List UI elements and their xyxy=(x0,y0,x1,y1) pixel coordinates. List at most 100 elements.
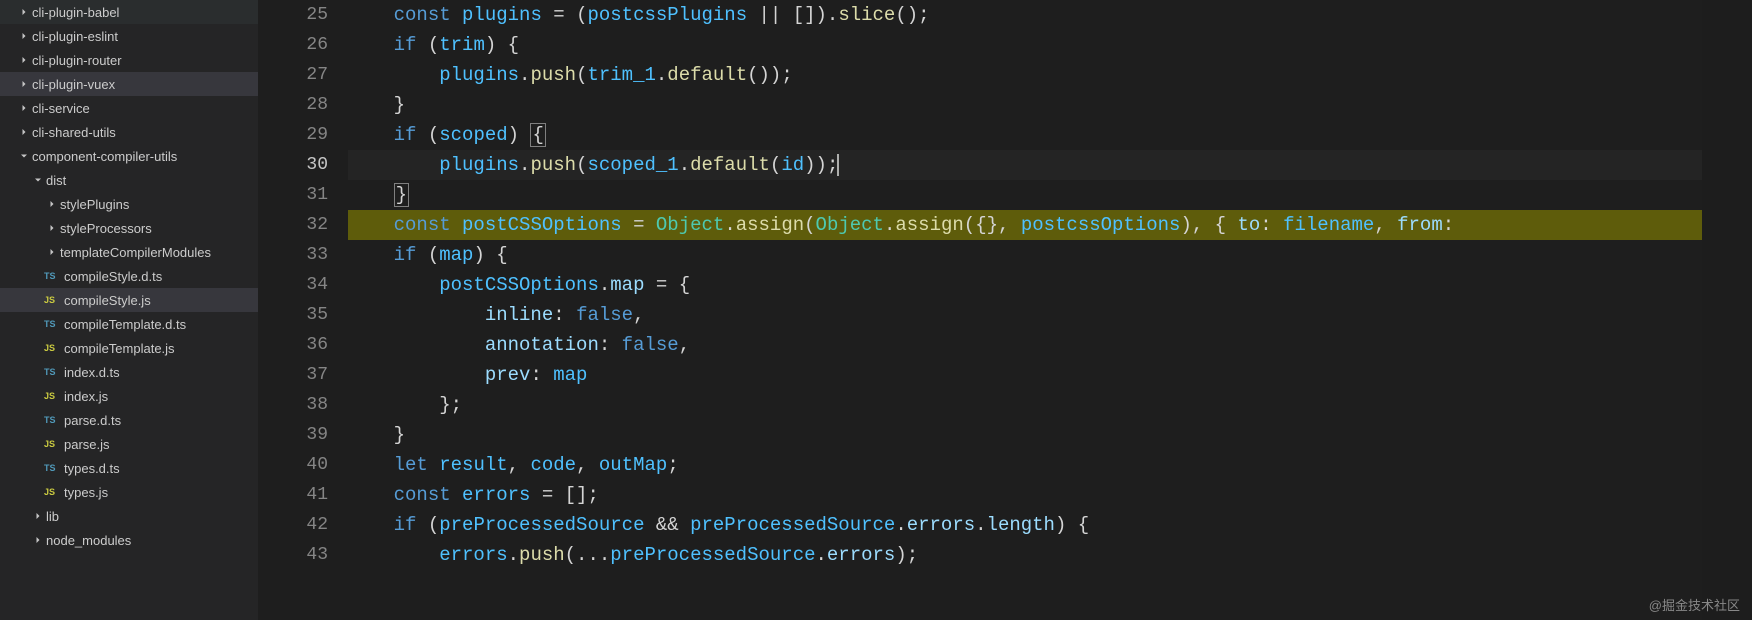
line-number: 36 xyxy=(258,330,328,360)
line-number: 25 xyxy=(258,0,328,30)
tree-item-label: node_modules xyxy=(46,533,131,548)
folder-item[interactable]: dist xyxy=(0,168,258,192)
chevron-right-icon xyxy=(44,244,60,260)
js-file-icon: JS xyxy=(44,388,64,404)
tree-item-label: dist xyxy=(46,173,66,188)
chevron-down-icon xyxy=(30,172,46,188)
code-line[interactable]: let result, code, outMap; xyxy=(348,450,1702,480)
js-file-icon: JS xyxy=(44,484,64,500)
tree-item-label: parse.d.ts xyxy=(64,413,121,428)
tree-item-label: templateCompilerModules xyxy=(60,245,211,260)
folder-item[interactable]: templateCompilerModules xyxy=(0,240,258,264)
folder-item[interactable]: styleProcessors xyxy=(0,216,258,240)
code-line[interactable]: }; xyxy=(348,390,1702,420)
line-number: 34 xyxy=(258,270,328,300)
line-number: 41 xyxy=(258,480,328,510)
file-item[interactable]: TStypes.d.ts xyxy=(0,456,258,480)
text-cursor xyxy=(837,154,839,176)
file-item[interactable]: JSindex.js xyxy=(0,384,258,408)
code-line[interactable]: prev: map xyxy=(348,360,1702,390)
folder-item[interactable]: cli-shared-utils xyxy=(0,120,258,144)
tree-item-label: cli-plugin-babel xyxy=(32,5,119,20)
code-line[interactable]: postCSSOptions.map = { xyxy=(348,270,1702,300)
code-line[interactable]: } xyxy=(348,420,1702,450)
watermark: @掘金技术社区 xyxy=(1649,595,1740,614)
folder-item[interactable]: cli-plugin-eslint xyxy=(0,24,258,48)
tree-item-label: compileStyle.js xyxy=(64,293,151,308)
js-file-icon: JS xyxy=(44,436,64,452)
code-content[interactable]: const plugins = (postcssPlugins || []).s… xyxy=(348,0,1702,620)
code-line[interactable]: const plugins = (postcssPlugins || []).s… xyxy=(348,0,1702,30)
folder-item[interactable]: node_modules xyxy=(0,528,258,552)
tree-item-label: cli-service xyxy=(32,101,90,116)
code-line[interactable]: annotation: false, xyxy=(348,330,1702,360)
tree-item-label: lib xyxy=(46,509,59,524)
code-line[interactable]: if (map) { xyxy=(348,240,1702,270)
code-line[interactable]: const postCSSOptions = Object.assign(Obj… xyxy=(348,210,1702,240)
line-number: 27 xyxy=(258,60,328,90)
chevron-right-icon xyxy=(44,220,60,236)
tree-item-label: cli-plugin-vuex xyxy=(32,77,115,92)
file-item[interactable]: TSindex.d.ts xyxy=(0,360,258,384)
file-item[interactable]: JStypes.js xyxy=(0,480,258,504)
chevron-down-icon xyxy=(16,148,32,164)
code-line[interactable]: if (scoped) { xyxy=(348,120,1702,150)
file-item[interactable]: JScompileStyle.js xyxy=(0,288,258,312)
code-line[interactable]: } xyxy=(348,180,1702,210)
file-item[interactable]: JScompileTemplate.js xyxy=(0,336,258,360)
tree-item-label: cli-plugin-router xyxy=(32,53,122,68)
line-number: 43 xyxy=(258,540,328,570)
tree-item-label: index.d.ts xyxy=(64,365,120,380)
line-number: 33 xyxy=(258,240,328,270)
chevron-right-icon xyxy=(16,52,32,68)
line-number: 30 xyxy=(258,150,328,180)
tree-item-label: cli-shared-utils xyxy=(32,125,116,140)
file-item[interactable]: TScompileTemplate.d.ts xyxy=(0,312,258,336)
js-file-icon: JS xyxy=(44,340,64,356)
line-number: 29 xyxy=(258,120,328,150)
code-line[interactable]: } xyxy=(348,90,1702,120)
folder-item[interactable]: component-compiler-utils xyxy=(0,144,258,168)
folder-item[interactable]: cli-plugin-router xyxy=(0,48,258,72)
chevron-right-icon xyxy=(16,100,32,116)
file-explorer[interactable]: cli-plugin-babel cli-plugin-eslint cli-plu… xyxy=(0,0,258,620)
line-number: 42 xyxy=(258,510,328,540)
tree-item-label: index.js xyxy=(64,389,108,404)
tree-item-label: compileTemplate.d.ts xyxy=(64,317,186,332)
folder-item[interactable]: cli-service xyxy=(0,96,258,120)
file-item[interactable]: TScompileStyle.d.ts xyxy=(0,264,258,288)
code-line[interactable]: errors.push(...preProcessedSource.errors… xyxy=(348,540,1702,570)
folder-item[interactable]: cli-plugin-babel xyxy=(0,0,258,24)
tree-item-label: types.d.ts xyxy=(64,461,120,476)
code-line[interactable]: plugins.push(trim_1.default()); xyxy=(348,60,1702,90)
line-number: 37 xyxy=(258,360,328,390)
code-line[interactable]: if (trim) { xyxy=(348,30,1702,60)
folder-item[interactable]: cli-plugin-vuex xyxy=(0,72,258,96)
line-number: 31 xyxy=(258,180,328,210)
ts-file-icon: TS xyxy=(44,316,64,332)
line-number: 28 xyxy=(258,90,328,120)
tree-item-label: stylePlugins xyxy=(60,197,129,212)
folder-item[interactable]: lib xyxy=(0,504,258,528)
line-number: 26 xyxy=(258,30,328,60)
code-line[interactable]: if (preProcessedSource && preProcessedSo… xyxy=(348,510,1702,540)
folder-item[interactable]: stylePlugins xyxy=(0,192,258,216)
chevron-right-icon xyxy=(30,508,46,524)
minimap[interactable] xyxy=(1702,0,1752,620)
code-line[interactable]: inline: false, xyxy=(348,300,1702,330)
js-file-icon: JS xyxy=(44,292,64,308)
tree-item-label: parse.js xyxy=(64,437,110,452)
chevron-right-icon xyxy=(16,76,32,92)
code-editor[interactable]: 25262728293031323334353637383940414243 c… xyxy=(258,0,1752,620)
chevron-right-icon xyxy=(16,124,32,140)
chevron-right-icon xyxy=(30,532,46,548)
code-line[interactable]: const errors = []; xyxy=(348,480,1702,510)
file-item[interactable]: JSparse.js xyxy=(0,432,258,456)
tree-item-label: component-compiler-utils xyxy=(32,149,177,164)
tree-item-label: cli-plugin-eslint xyxy=(32,29,118,44)
file-item[interactable]: TSparse.d.ts xyxy=(0,408,258,432)
tree-item-label: types.js xyxy=(64,485,108,500)
tree-item-label: compileStyle.d.ts xyxy=(64,269,162,284)
line-number: 32 xyxy=(258,210,328,240)
code-line[interactable]: plugins.push(scoped_1.default(id)); xyxy=(348,150,1702,180)
